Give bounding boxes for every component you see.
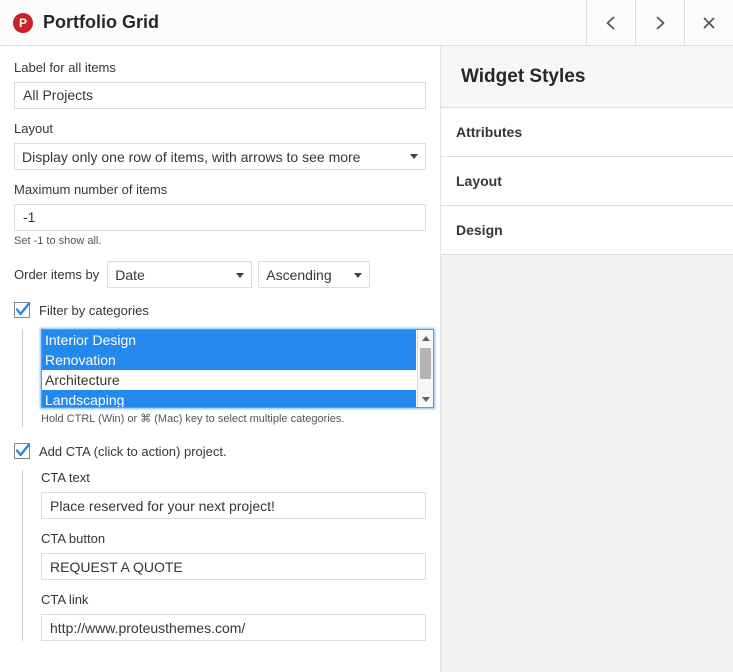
cta-text-input[interactable] [41,492,426,519]
widget-form: Label for all items Layout Display only … [0,46,440,641]
order-by-field-select-wrap: Date [107,261,252,288]
add-cta-label[interactable]: Add CTA (click to action) project. [39,444,227,459]
label-for-all-items-input[interactable] [14,82,426,109]
close-button[interactable] [684,0,733,45]
previous-button[interactable] [586,0,635,45]
header-button-group [586,0,733,45]
list-item[interactable]: Architecture [42,370,416,390]
categories-listbox-items: Interior Design Renovation Architecture … [42,330,416,408]
header-title-group: P Portfolio Grid [0,0,586,45]
cta-button-input[interactable] [41,553,426,580]
filter-by-categories-checkbox[interactable] [14,302,30,318]
categories-section: Interior Design Renovation Architecture … [22,329,426,427]
order-items-by-label: Order items by [14,267,99,282]
widget-form-panel: Label for all items Layout Display only … [0,46,441,672]
filter-by-categories-label[interactable]: Filter by categories [39,303,149,318]
proteusthemes-logo-icon: P [13,13,33,33]
scrollbar-thumb[interactable] [420,348,431,379]
field-cta-link: CTA link [41,592,426,641]
categories-listbox[interactable]: Interior Design Renovation Architecture … [41,329,434,408]
next-button[interactable] [635,0,684,45]
list-item[interactable]: Renovation [42,350,416,370]
cta-button-label: CTA button [41,531,426,548]
scroll-up-button[interactable] [418,330,433,346]
triangle-down-icon [422,397,430,402]
triangle-up-icon [422,336,430,341]
window-header: P Portfolio Grid [0,0,733,46]
chevron-right-icon [652,15,668,31]
scroll-down-button[interactable] [418,391,433,407]
field-order-items-by: Order items by Date Ascending [14,261,426,288]
sidebar-item-design[interactable]: Design [441,206,733,255]
maximum-number-of-items-input[interactable] [14,204,426,231]
widget-styles-title: Widget Styles [461,66,585,88]
categories-help-text: Hold CTRL (Win) or ⌘ (Mac) key to select… [41,412,426,427]
close-icon [701,15,717,31]
page-title: Portfolio Grid [43,12,159,33]
categories-listbox-scrollbar[interactable] [417,330,433,407]
maximum-number-of-items-help: Set -1 to show all. [14,234,426,249]
field-label-for-all-items: Label for all items [14,60,426,109]
field-cta-button: CTA button [41,531,426,580]
add-cta-row: Add CTA (click to action) project. [14,443,426,459]
filter-by-categories-row: Filter by categories [14,302,426,318]
list-item[interactable]: Interior Design [42,330,416,350]
order-by-field-select[interactable]: Date [107,261,252,288]
list-item[interactable]: Landscaping [42,390,416,408]
cta-fields-group: CTA text CTA button CTA link [22,470,426,641]
cta-link-input[interactable] [41,614,426,641]
maximum-number-of-items-label: Maximum number of items [14,182,426,199]
sidebar-item-label: Design [456,222,503,238]
sidebar-item-attributes[interactable]: Attributes [441,108,733,157]
field-layout: Layout Display only one row of items, wi… [14,121,426,170]
layout-label: Layout [14,121,426,138]
sidebar-item-label: Attributes [456,124,522,140]
cta-text-label: CTA text [41,470,426,487]
field-maximum-number-of-items: Maximum number of items Set -1 to show a… [14,182,426,249]
sidebar-item-layout[interactable]: Layout [441,157,733,206]
layout-select-wrap: Display only one row of items, with arro… [14,143,426,170]
field-cta-text: CTA text [41,470,426,519]
sidebar-item-label: Layout [456,173,502,189]
layout-select[interactable]: Display only one row of items, with arro… [14,143,426,170]
order-direction-select[interactable]: Ascending [258,261,370,288]
cta-link-label: CTA link [41,592,426,609]
widget-styles-panel: Widget Styles Attributes Layout Design [441,46,733,672]
chevron-left-icon [603,15,619,31]
label-for-all-items-label: Label for all items [14,60,426,77]
widget-styles-header: Widget Styles [441,46,733,108]
add-cta-checkbox[interactable] [14,443,30,459]
widget-settings-window: P Portfolio Grid [0,0,733,672]
order-direction-select-wrap: Ascending [258,261,370,288]
